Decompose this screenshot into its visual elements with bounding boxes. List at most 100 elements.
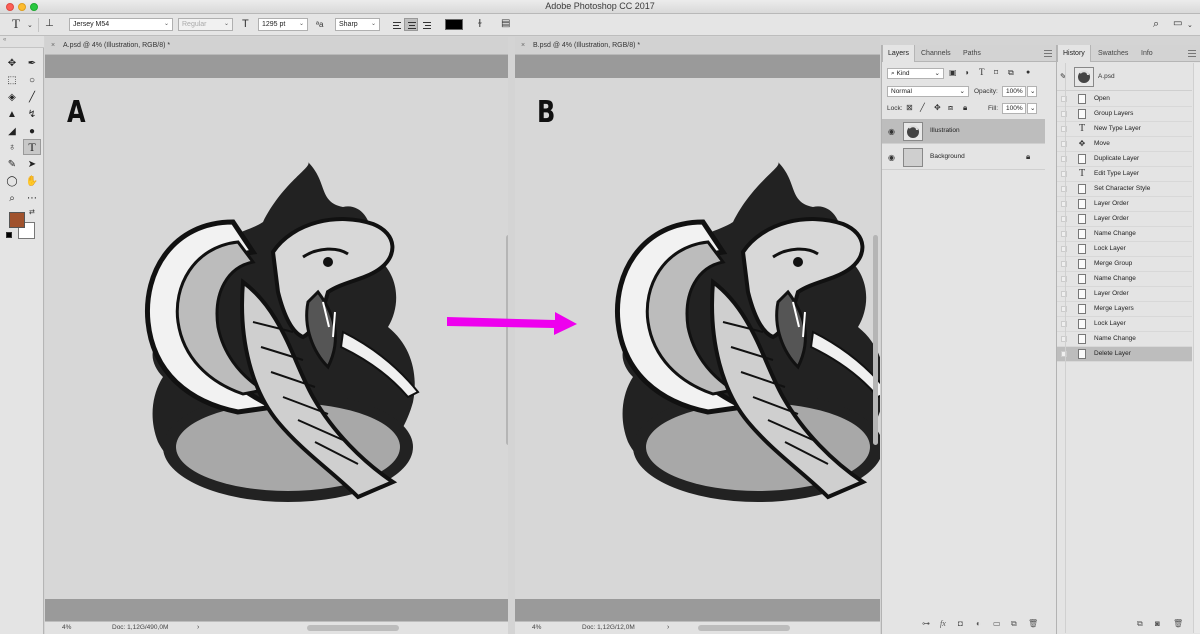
new-group-icon[interactable]: ▭ — [993, 619, 1001, 628]
search-icon[interactable]: ⌕ — [1153, 17, 1159, 31]
history-item[interactable]: Open — [1057, 92, 1192, 107]
lock-image-icon[interactable]: ╱ — [920, 103, 925, 113]
history-item[interactable]: T Edit Type Layer — [1057, 167, 1192, 182]
zoom-level[interactable]: 4% — [532, 622, 541, 634]
lock-all-icon[interactable]: 🔒︎ — [963, 103, 967, 113]
history-item[interactable]: ✥ Move — [1057, 137, 1192, 152]
history-item[interactable]: Group Layers — [1057, 107, 1192, 122]
history-item[interactable]: Layer Order — [1057, 197, 1192, 212]
history-item[interactable]: Name Change — [1057, 227, 1192, 242]
filter-adjustment-icon[interactable]: ◑ — [964, 68, 969, 78]
paint-bucket-tool-icon[interactable]: ◈ — [3, 90, 21, 106]
horizontal-scrollbar[interactable] — [307, 625, 399, 631]
text-color-swatch[interactable] — [445, 19, 463, 30]
horizontal-scrollbar[interactable] — [698, 625, 790, 631]
history-item[interactable]: Set Character Style — [1057, 182, 1192, 197]
workspace-dropdown-icon[interactable]: ⌄ — [1187, 19, 1193, 33]
chevron-right-icon[interactable]: › — [667, 622, 669, 634]
blend-mode-select[interactable]: Normal ⌄ — [887, 86, 969, 97]
character-panel-icon[interactable]: ▤ — [501, 17, 510, 31]
fill-dropdown-icon[interactable]: ⌄ — [1027, 103, 1037, 114]
filter-shape-icon[interactable]: ⌑ — [994, 68, 998, 78]
swap-colors-icon[interactable]: ⇄ — [29, 208, 35, 216]
canvas-b[interactable]: B — [515, 55, 880, 621]
lock-transparent-icon[interactable]: ⊠ — [906, 103, 913, 113]
font-size-select[interactable]: 1295 pt ⌄ — [258, 18, 308, 31]
panel-menu-icon[interactable] — [1044, 50, 1052, 57]
history-item[interactable]: Lock Layer — [1057, 317, 1192, 332]
tab-layers[interactable]: Layers — [882, 45, 916, 62]
tool-preset-dropdown-icon[interactable]: ⌄ — [27, 19, 33, 33]
tab-history[interactable]: History — [1057, 45, 1091, 62]
tab-info[interactable]: Info — [1136, 45, 1158, 62]
adjustment-layer-icon[interactable]: ◐ — [976, 619, 981, 628]
smudge-tool-icon[interactable]: ● — [23, 124, 41, 140]
font-style-select[interactable]: Regular ⌄ — [178, 18, 233, 31]
pen-tool-icon[interactable]: ✎ — [3, 157, 21, 173]
document-tab-b[interactable]: × B.psd @ 4% (Illustration, RGB/8) * — [515, 37, 880, 55]
history-snapshot[interactable]: ✎ A.psd — [1057, 63, 1192, 91]
close-tab-icon[interactable]: × — [51, 37, 55, 55]
align-right-button[interactable] — [419, 18, 433, 31]
stamp-tool-icon[interactable]: ▲ — [3, 107, 21, 123]
history-item[interactable]: Merge Group — [1057, 257, 1192, 272]
new-document-from-state-icon[interactable]: ⧉ — [1137, 619, 1143, 629]
opacity-dropdown-icon[interactable]: ⌄ — [1027, 86, 1037, 97]
warp-text-icon[interactable]: ɫ — [478, 17, 482, 31]
canvas-a[interactable]: A — [45, 55, 508, 621]
fx-icon[interactable]: fx — [940, 619, 946, 628]
history-item[interactable]: Duplicate Layer — [1057, 152, 1192, 167]
eraser-tool-icon[interactable]: ◢ — [3, 124, 21, 140]
close-tab-icon[interactable]: × — [521, 37, 525, 55]
history-brush-tool-icon[interactable]: ↯ — [23, 107, 41, 123]
history-item[interactable]: T New Type Layer — [1057, 122, 1192, 137]
align-center-button[interactable] — [404, 18, 418, 31]
eye-icon[interactable]: ◉ — [888, 153, 895, 162]
more-tools-icon[interactable]: ⋯ — [23, 191, 41, 207]
zoom-level[interactable]: 4% — [62, 622, 71, 634]
layer-row-background[interactable]: ◉ Background 🔒︎ — [882, 145, 1045, 170]
tab-paths[interactable]: Paths — [958, 45, 986, 62]
text-orientation-icon[interactable]: ⊥ — [45, 17, 54, 31]
hand-tool-icon[interactable]: ✋ — [23, 174, 41, 190]
history-item[interactable]: Delete Layer — [1057, 347, 1192, 362]
tab-swatches[interactable]: Swatches — [1093, 45, 1133, 62]
vertical-scrollbar[interactable] — [873, 235, 878, 445]
panel-menu-icon[interactable] — [1188, 50, 1196, 57]
move-tool-icon[interactable]: ✥ — [3, 56, 21, 72]
brush-tool-icon[interactable]: ╱ — [23, 90, 41, 106]
camera-icon[interactable]: ◙ — [1155, 619, 1160, 628]
lasso-tool-icon[interactable]: ○ — [23, 73, 41, 89]
workspace-icon[interactable]: ▭ — [1173, 17, 1182, 31]
link-layers-icon[interactable]: ⊶ — [922, 619, 930, 628]
lock-artboard-icon[interactable]: ⧈ — [948, 103, 953, 113]
layer-filter-select[interactable]: ⌕ Kind ⌄ — [887, 68, 944, 79]
history-item[interactable]: Name Change — [1057, 272, 1192, 287]
history-item[interactable]: Merge Layers — [1057, 302, 1192, 317]
dodge-tool-icon[interactable]: ♁ — [3, 140, 21, 156]
filter-pixel-icon[interactable]: ▣ — [949, 68, 957, 78]
history-item[interactable]: Name Change — [1057, 332, 1192, 347]
trash-icon[interactable]: 🗑︎ — [1173, 619, 1183, 628]
vertical-scrollbar[interactable] — [506, 235, 508, 445]
type-tool-preset-icon[interactable]: T — [12, 17, 20, 31]
filter-smart-object-icon[interactable]: ⧉ — [1008, 68, 1014, 78]
layer-mask-icon[interactable]: ◘ — [958, 619, 963, 628]
anti-alias-select[interactable]: Sharp ⌄ — [335, 18, 380, 31]
trash-icon[interactable]: 🗑︎ — [1028, 619, 1038, 628]
filter-toggle-icon[interactable]: ● — [1026, 68, 1030, 78]
history-scrollbar[interactable] — [1193, 63, 1200, 633]
marquee-tool-icon[interactable]: ⬚ — [3, 73, 21, 89]
opacity-input[interactable]: 100% — [1002, 86, 1026, 97]
magic-wand-tool-icon[interactable]: ✒ — [23, 56, 41, 72]
history-item[interactable]: Layer Order — [1057, 287, 1192, 302]
default-colors-icon[interactable] — [6, 232, 12, 238]
path-selection-tool-icon[interactable]: ➤ — [23, 157, 41, 173]
new-layer-icon[interactable]: ⧉ — [1011, 619, 1017, 629]
font-family-select[interactable]: Jersey M54 ⌄ — [69, 18, 173, 31]
fill-input[interactable]: 100% — [1002, 103, 1026, 114]
zoom-tool-icon[interactable]: ⌕ — [3, 191, 21, 207]
eye-icon[interactable]: ◉ — [888, 127, 895, 136]
collapse-icon[interactable]: « — [3, 37, 6, 43]
history-item[interactable]: Layer Order — [1057, 212, 1192, 227]
